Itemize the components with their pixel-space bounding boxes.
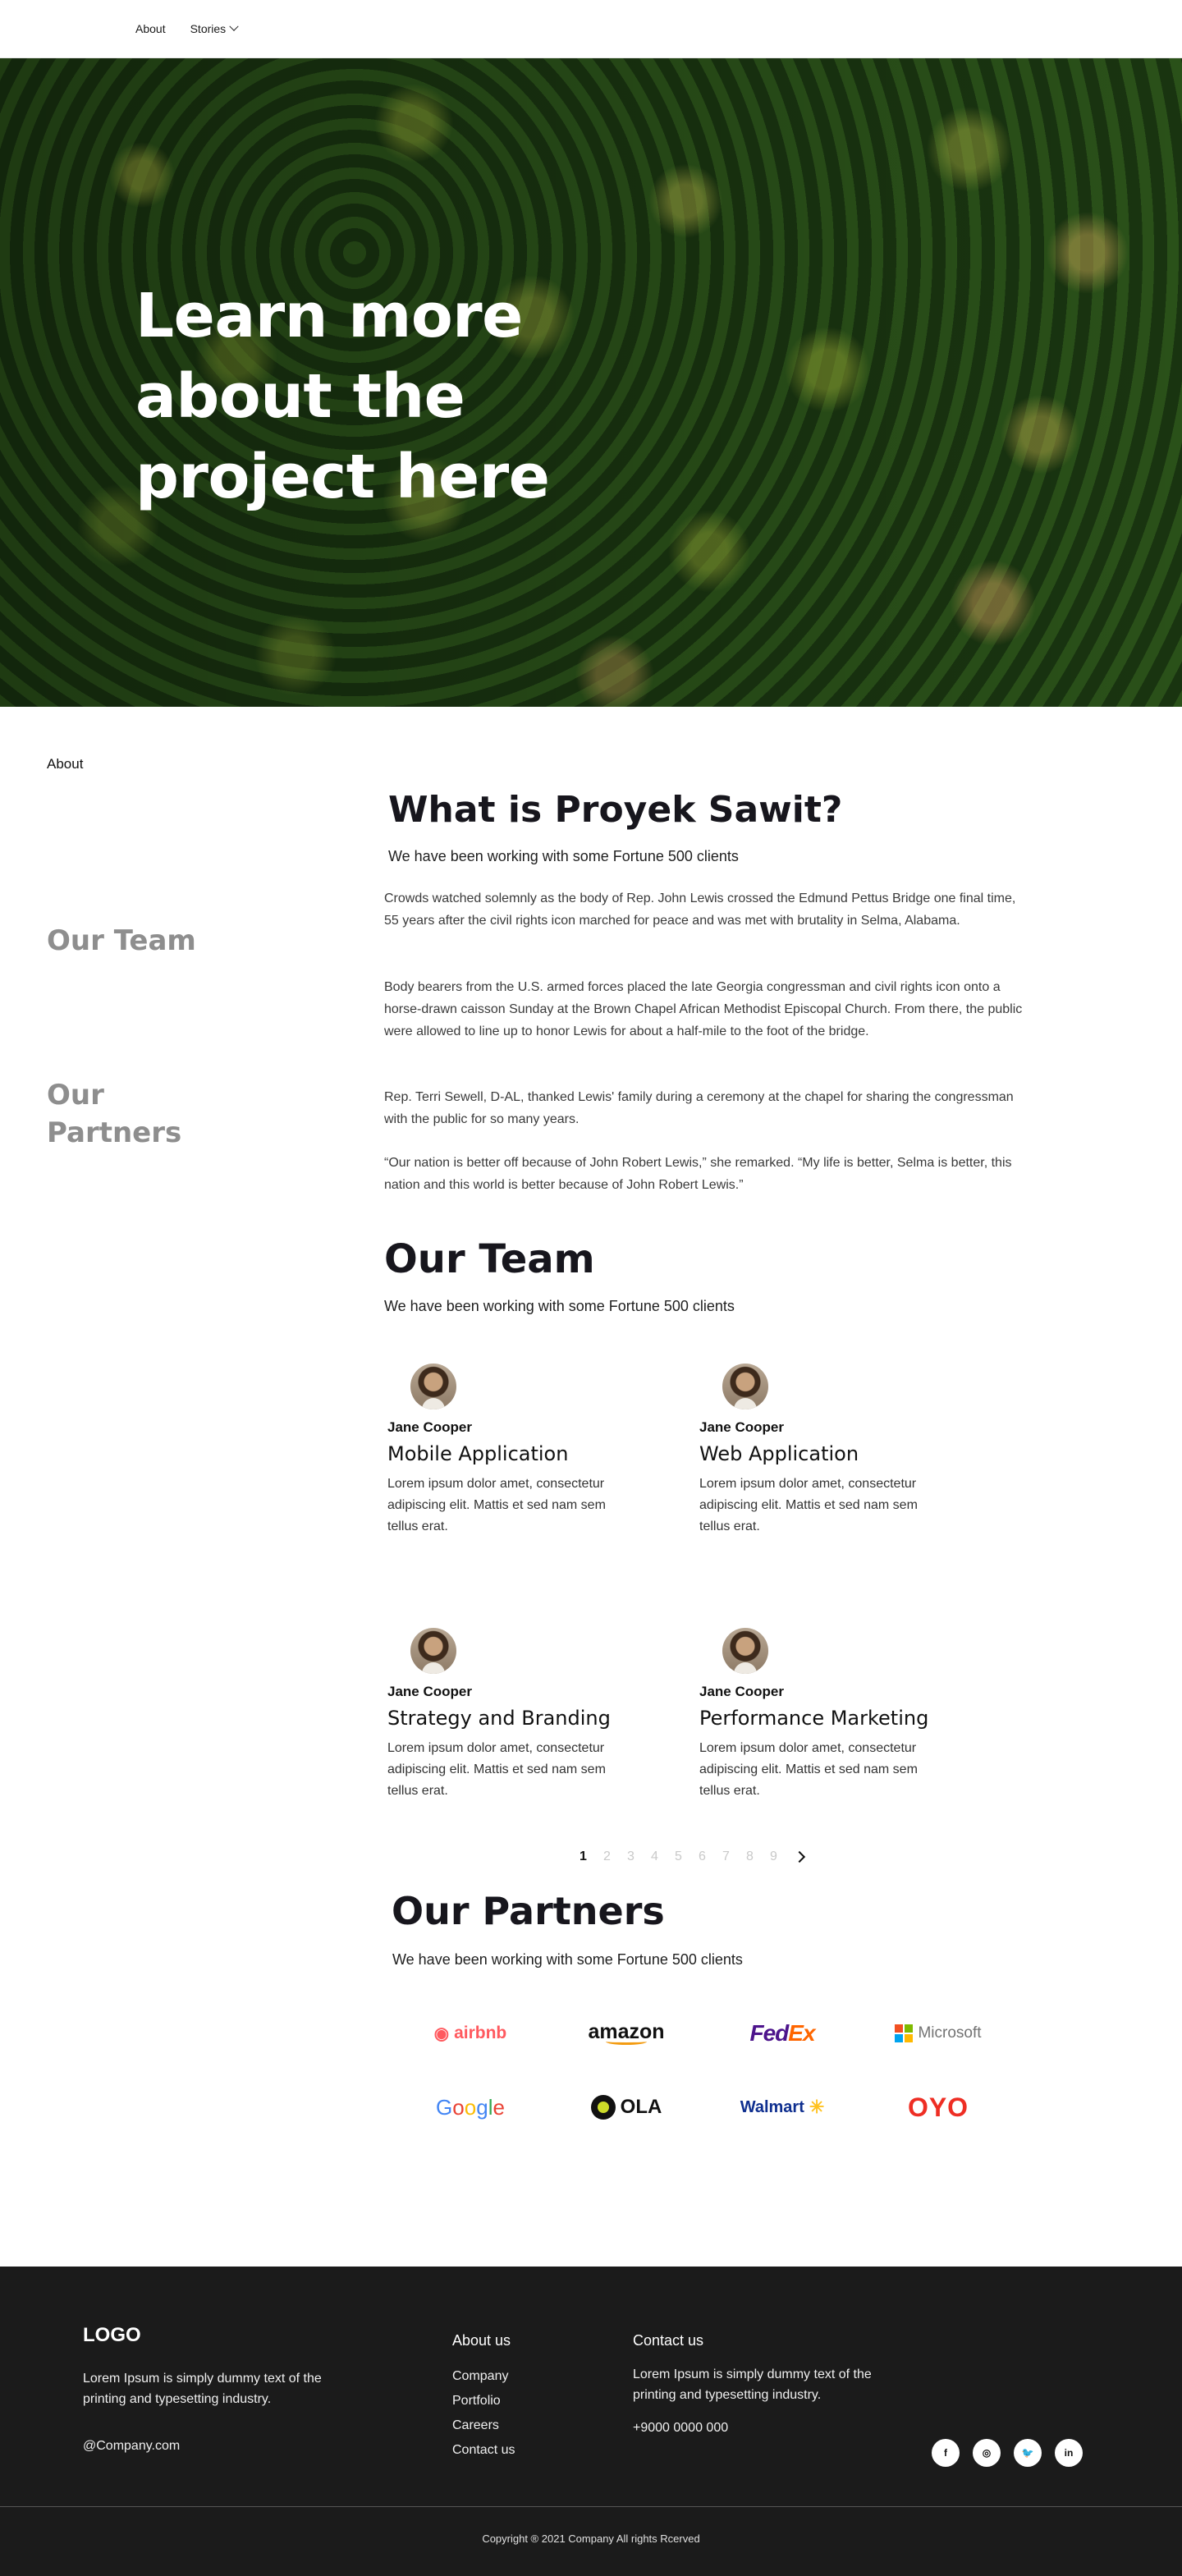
team-card: Jane Cooper Performance Marketing Lorem … [699, 1628, 946, 1802]
footer-link-careers[interactable]: Careers [452, 2413, 515, 2438]
our-team-title: Our Team [384, 1236, 595, 1282]
oyo-wordmark: OYO [907, 2092, 969, 2122]
nav-about-link[interactable]: About [135, 22, 166, 35]
hero-title: Learn more about the project here [135, 281, 550, 512]
social-links: f ◎ 🐦 in [932, 2439, 1083, 2467]
main-content: About Our Team Our Partners What is Proy… [0, 707, 1182, 2267]
walmart-logo: Walmart ✳ [704, 2094, 860, 2120]
twitter-icon[interactable]: 🐦 [1014, 2439, 1042, 2467]
amazon-smile-icon [606, 2038, 647, 2045]
oyo-logo: OYO [860, 2092, 1016, 2122]
footer-email[interactable]: @Company.com [83, 2439, 180, 2454]
nav-stories-dropdown[interactable]: Stories [190, 21, 239, 35]
footer-about-column: About us Company Portfolio Careers Conta… [452, 2332, 515, 2463]
copyright: Copyright ® 2021 Company All rights Rcer… [482, 2532, 700, 2545]
sidebar-about-label[interactable]: About [47, 756, 83, 772]
avatar [722, 1364, 768, 1409]
what-is-title: What is Proyek Sawit? [388, 789, 843, 831]
member-role: Mobile Application [387, 1442, 569, 1465]
avatar [722, 1628, 768, 1674]
member-role: Web Application [699, 1442, 859, 1465]
page-1[interactable]: 1 [571, 1849, 595, 1864]
google-letter: o [452, 2094, 465, 2120]
ola-icon [590, 2095, 616, 2120]
instagram-icon[interactable]: ◎ [973, 2439, 1001, 2467]
facebook-icon[interactable]: f [932, 2439, 960, 2467]
what-paragraph-1: Crowds watched solemnly as the body of R… [384, 892, 1016, 928]
member-role: Performance Marketing [699, 1707, 929, 1730]
google-letter: G [436, 2094, 453, 2120]
linkedin-icon[interactable]: in [1055, 2439, 1083, 2467]
member-name: Jane Cooper [387, 1419, 472, 1435]
page-2[interactable]: 2 [595, 1849, 619, 1864]
footer-about-title: About us [452, 2332, 511, 2349]
what-paragraph-3: Rep. Terri Sewell, D-AL, thanked Lewis' … [384, 1090, 1014, 1126]
pagination: 1 2 3 4 5 6 7 8 9 [571, 1849, 806, 1864]
our-partners-title: Our Partners [392, 1889, 665, 1933]
what-is-subtitle: We have been working with some Fortune 5… [388, 848, 739, 864]
hero-banner: Learn more about the project here [0, 58, 1182, 707]
top-nav: About Stories [0, 0, 1182, 58]
team-card: Jane Cooper Mobile Application Lorem ips… [387, 1364, 634, 1538]
footer-link-contact[interactable]: Contact us [452, 2438, 515, 2463]
footer-contact-column: Contact us Lorem Ipsum is simply dummy t… [633, 2332, 879, 2438]
chevron-right-icon[interactable] [793, 1850, 806, 1863]
page-4[interactable]: 4 [643, 1849, 667, 1864]
our-partners-subtitle: We have been working with some Fortune 5… [392, 1951, 743, 1968]
microsoft-wordmark: Microsoft [918, 2024, 982, 2042]
member-description: Lorem ipsum dolor amet, consectetur adip… [387, 1741, 606, 1798]
google-letter: e [492, 2094, 505, 2120]
ola-wordmark: OLA [620, 2096, 662, 2118]
footer-link-portfolio[interactable]: Portfolio [452, 2389, 515, 2413]
microsoft-logo: Microsoft [860, 2020, 1016, 2047]
footer-contact-description: Lorem Ipsum is simply dummy text of the … [633, 2367, 872, 2402]
member-description: Lorem ipsum dolor amet, consectetur adip… [699, 1741, 918, 1798]
footer-logo[interactable]: LOGO [83, 2324, 141, 2347]
page-6[interactable]: 6 [690, 1849, 714, 1864]
airbnb-icon: ◉ [433, 2024, 450, 2043]
nav-stories-label: Stories [190, 22, 227, 35]
page-5[interactable]: 5 [667, 1849, 690, 1864]
fedex-logo: FedEx [704, 2020, 860, 2047]
footer-phone[interactable]: +9000 0000 000 [633, 2418, 879, 2438]
what-paragraph-4: “Our nation is better off because of Joh… [384, 1156, 1012, 1192]
member-name: Jane Cooper [387, 1684, 472, 1699]
airbnb-wordmark: airbnb [454, 2024, 507, 2042]
team-card: Jane Cooper Web Application Lorem ipsum … [699, 1364, 946, 1538]
page-7[interactable]: 7 [714, 1849, 738, 1864]
footer: LOGO Lorem Ipsum is simply dummy text of… [0, 2267, 1182, 2576]
what-paragraph-2: Body bearers from the U.S. armed forces … [384, 980, 1023, 1038]
avatar [410, 1364, 456, 1409]
amazon-logo: amazon [548, 2020, 704, 2047]
footer-link-company[interactable]: Company [452, 2364, 515, 2389]
member-role: Strategy and Branding [387, 1707, 611, 1730]
member-name: Jane Cooper [699, 1684, 784, 1699]
airbnb-logo: ◉ airbnb [392, 2020, 548, 2047]
fedex-fe: Fed [749, 2020, 789, 2046]
member-name: Jane Cooper [699, 1419, 784, 1435]
team-card: Jane Cooper Strategy and Branding Lorem … [387, 1628, 634, 1802]
google-letter: g [476, 2094, 488, 2120]
member-description: Lorem ipsum dolor amet, consectetur adip… [387, 1477, 606, 1533]
page-9[interactable]: 9 [762, 1849, 786, 1864]
microsoft-grid-icon [895, 2024, 914, 2042]
sidebar-our-partners-link[interactable]: Our Partners [47, 1076, 211, 1152]
chevron-down-icon [229, 21, 239, 31]
walmart-spark-icon: ✳ [809, 2097, 825, 2117]
walmart-wordmark: Walmart [740, 2097, 804, 2116]
avatar [410, 1628, 456, 1674]
footer-contact-title: Contact us [633, 2332, 704, 2349]
fedex-ex: Ex [788, 2020, 815, 2046]
our-team-subtitle: We have been working with some Fortune 5… [384, 1298, 735, 1314]
page-8[interactable]: 8 [738, 1849, 762, 1864]
ola-logo: OLA [548, 2094, 704, 2120]
partner-logos: ◉ airbnb amazon FedEx Microsoft Google O… [392, 2020, 1016, 2122]
footer-description: Lorem Ipsum is simply dummy text of the … [83, 2372, 322, 2406]
page-3[interactable]: 3 [619, 1849, 643, 1864]
google-logo: Google [392, 2094, 548, 2120]
google-letter: o [464, 2094, 477, 2120]
footer-divider [0, 2506, 1182, 2507]
sidebar-our-team-link[interactable]: Our Team [47, 922, 211, 960]
member-description: Lorem ipsum dolor amet, consectetur adip… [699, 1477, 918, 1533]
